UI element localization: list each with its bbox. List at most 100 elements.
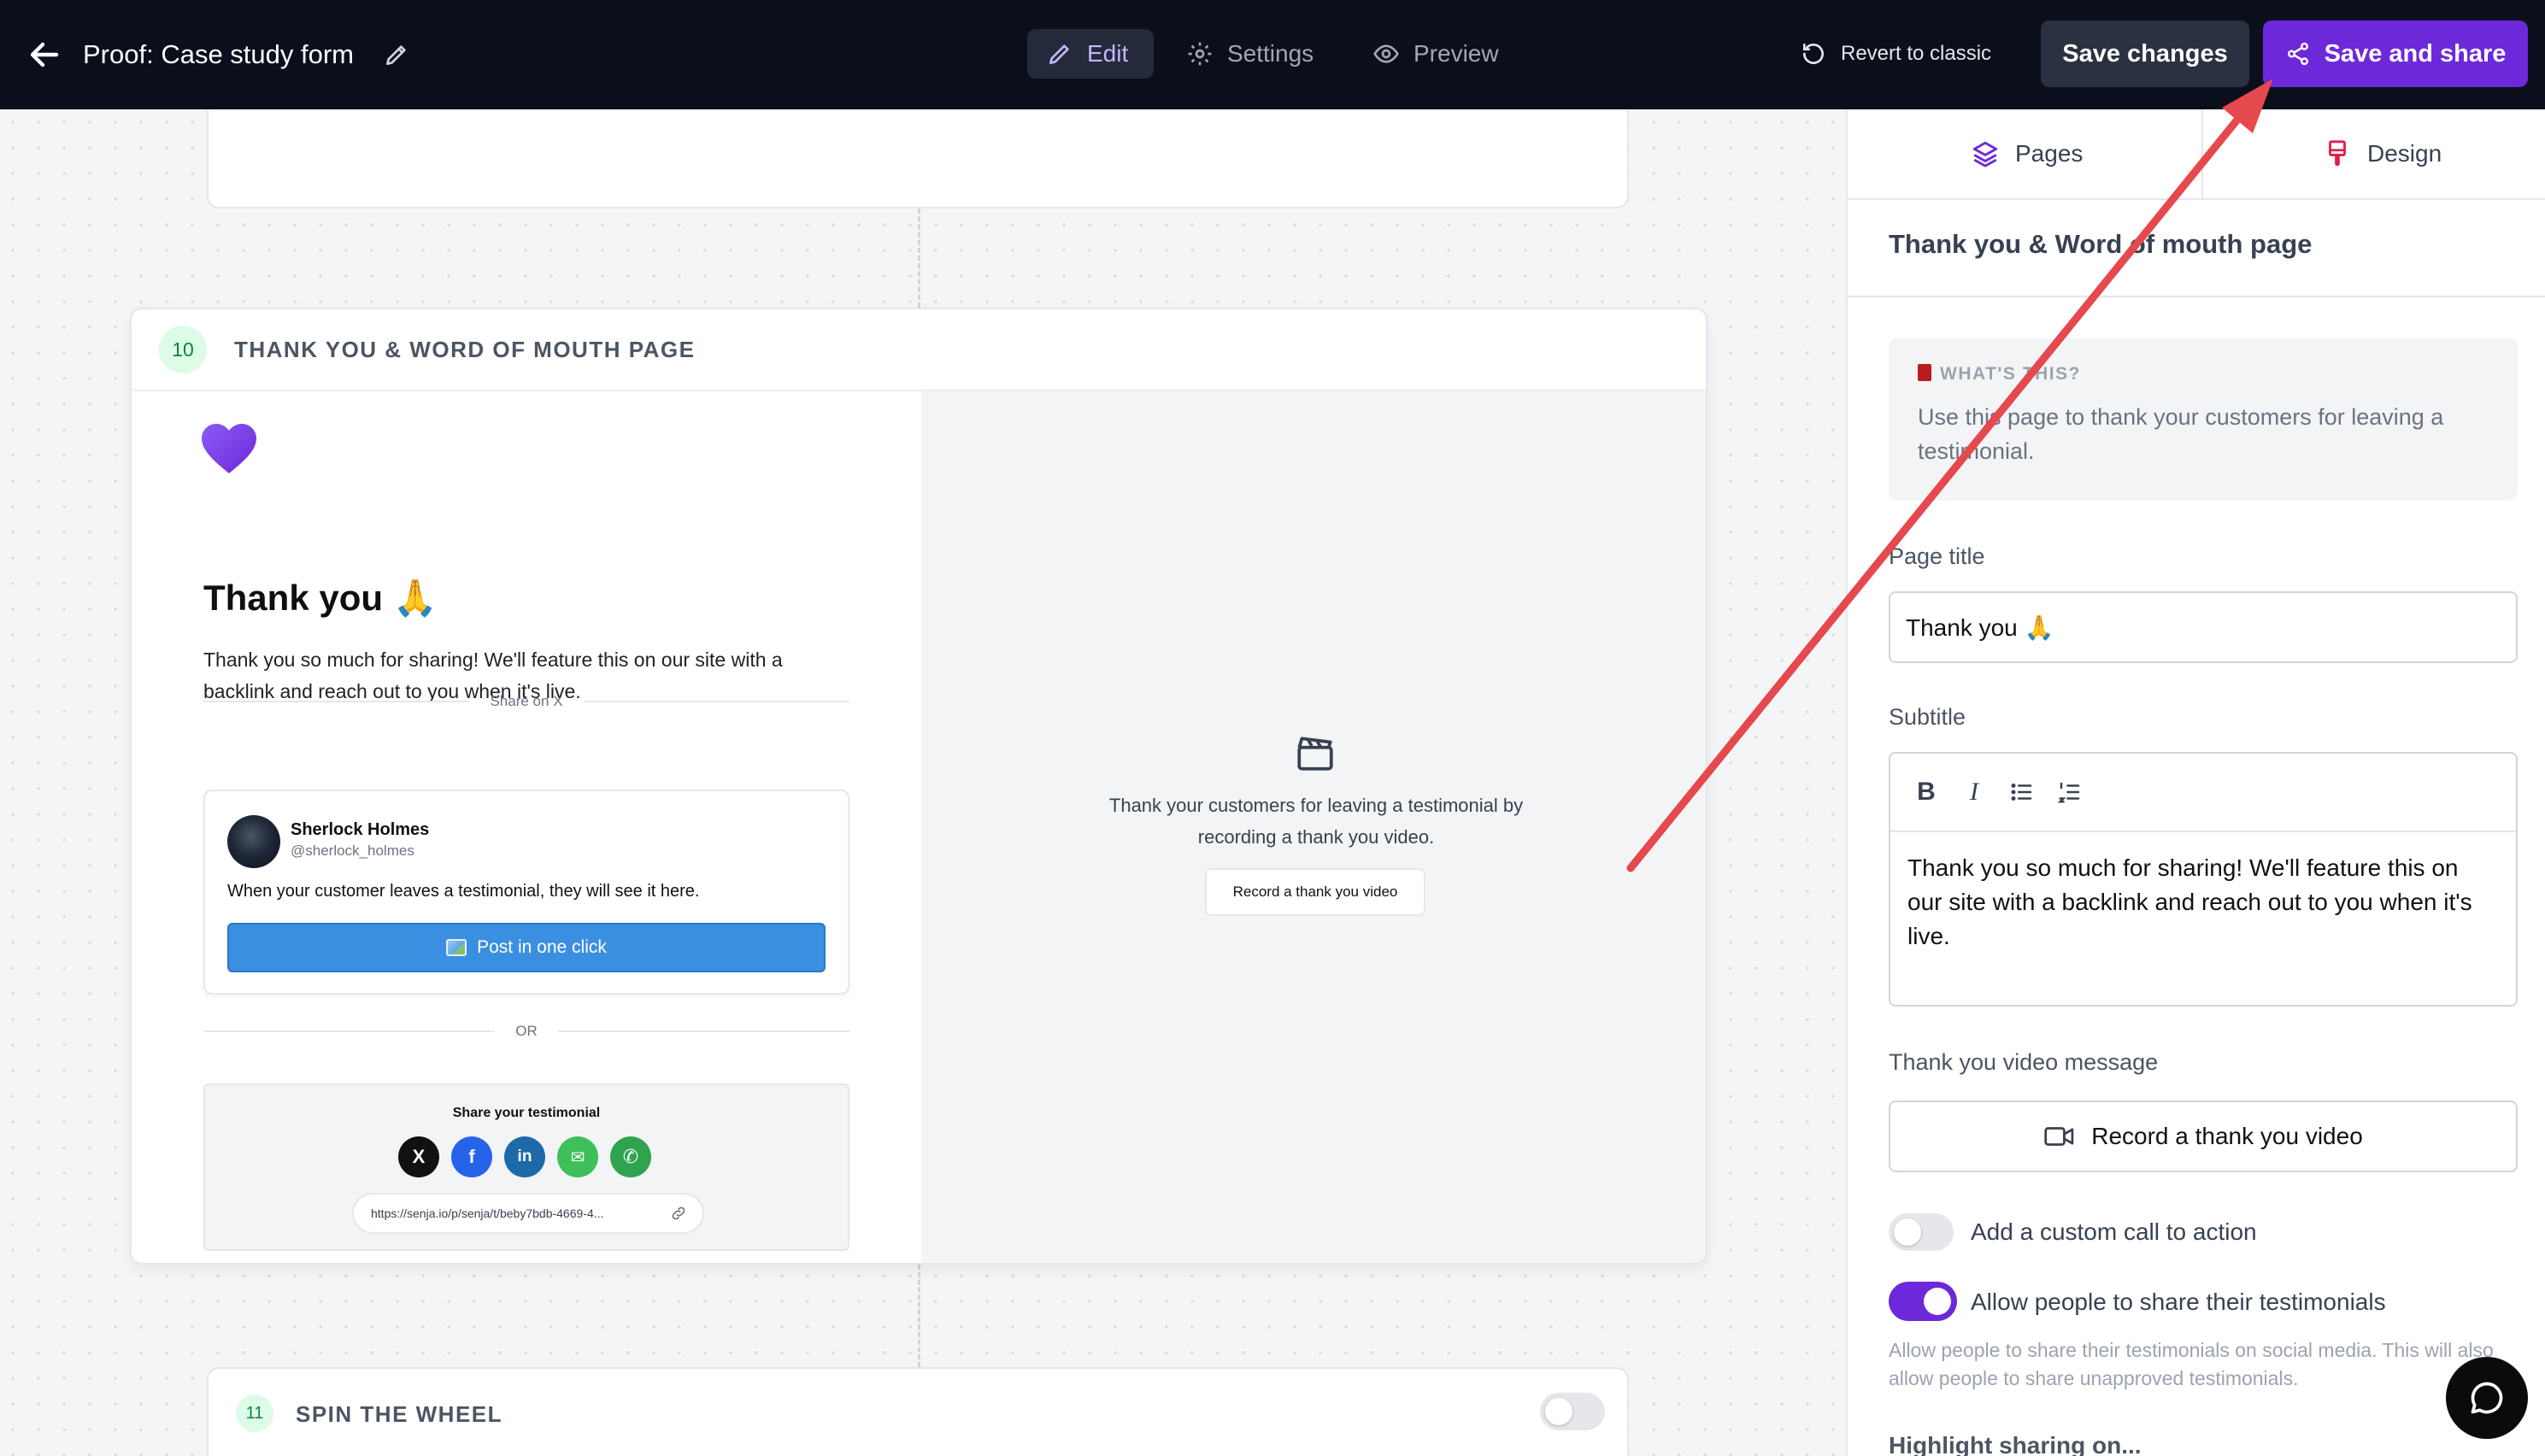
- thank-you-video-area: Thank your customers for leaving a testi…: [921, 391, 1706, 1263]
- page-number-badge: 10: [159, 326, 207, 373]
- subtitle-text[interactable]: Thank you so much for sharing! We'll fea…: [1890, 832, 2516, 972]
- chat-icon: [2471, 1382, 2503, 1414]
- bold-icon[interactable]: B: [1913, 778, 1940, 806]
- subtitle-editor: B I Thank you so much for sharing! We'll…: [1889, 752, 2518, 1007]
- page-card-10[interactable]: 10 THANK YOU & WORD OF MOUTH PAGE Thank …: [130, 308, 1707, 1265]
- record-thank-you-video-button[interactable]: Record a thank you video: [1205, 868, 1425, 916]
- allow-sharing-label: Allow people to share their testimonials: [1971, 1289, 2386, 1315]
- tweet-text: When your customer leaves a testimonial,…: [227, 882, 700, 901]
- preview-title: Thank you 🙏: [203, 578, 438, 619]
- tab-edit-label: Edit: [1087, 40, 1129, 67]
- tab-settings-label: Settings: [1227, 40, 1314, 67]
- custom-cta-label: Add a custom call to action: [1971, 1218, 2257, 1245]
- message-icon[interactable]: ✉: [557, 1136, 598, 1177]
- allow-sharing-toggle[interactable]: [1889, 1282, 1957, 1321]
- save-and-share-label: Save and share: [2324, 39, 2507, 68]
- video-camera-icon: [2044, 1127, 2074, 1146]
- editor-toolbar: B I: [1890, 754, 2516, 832]
- info-label-text: WHAT'S THIS?: [1940, 364, 2081, 384]
- custom-cta-toggle[interactable]: [1889, 1213, 1954, 1251]
- subtitle-label: Subtitle: [1889, 704, 1966, 730]
- top-bar: Proof: Case study form Edit Settings Pre…: [0, 0, 2545, 109]
- x-icon[interactable]: X: [398, 1136, 439, 1177]
- heart-logo-icon: [202, 424, 256, 473]
- save-changes-button[interactable]: Save changes: [2041, 21, 2249, 87]
- prayer-hands-emoji: 🙏: [392, 578, 438, 618]
- facebook-icon[interactable]: f: [451, 1136, 492, 1177]
- page-connector: [918, 208, 920, 308]
- tweet-author-name: Sherlock Holmes: [291, 820, 430, 839]
- record-video-label: Record a thank you video: [2091, 1123, 2363, 1149]
- page-title-input[interactable]: Thank you 🙏: [1889, 591, 2518, 663]
- editor-canvas: 10 THANK YOU & WORD OF MOUTH PAGE Thank …: [0, 109, 1846, 1456]
- book-icon: [1918, 364, 1931, 381]
- image-icon: [446, 939, 467, 956]
- rename-pencil-icon[interactable]: [383, 41, 410, 68]
- preview-title-text: Thank you: [203, 578, 384, 618]
- pencil-icon: [1049, 44, 1069, 64]
- share-icon: [2287, 42, 2308, 66]
- form-title: Proof: Case study form: [83, 39, 355, 69]
- gear-icon: [1188, 42, 1212, 66]
- allow-sharing-description: Allow people to share their testimonials…: [1889, 1339, 2494, 1389]
- share-url-text: https://senja.io/p/senja/t/beby7bdb-4669…: [371, 1206, 604, 1220]
- post-button-label: Post in one click: [477, 937, 607, 957]
- back-arrow-icon[interactable]: [24, 34, 65, 75]
- tab-edit[interactable]: Edit: [1027, 29, 1154, 79]
- tab-pages-label: Pages: [2015, 140, 2084, 167]
- highlight-sharing-label: Highlight sharing on...: [1889, 1432, 2142, 1456]
- video-message-label: Thank you video message: [1889, 1049, 2159, 1075]
- share-testimonial-box: Share your testimonial X f in ✉ ✆ https:…: [203, 1083, 849, 1251]
- avatar: [227, 815, 280, 868]
- whatsapp-icon[interactable]: ✆: [610, 1136, 651, 1177]
- page-card-11[interactable]: 11 SPIN THE WHEEL: [207, 1367, 1629, 1456]
- share-testimonial-title: Share your testimonial: [452, 1106, 601, 1120]
- numbered-list-glyph: [2057, 782, 2080, 803]
- info-text: Use this page to thank your customers fo…: [1918, 404, 2444, 464]
- page-connector: [918, 1265, 920, 1367]
- clapperboard-icon: [1297, 737, 1333, 771]
- page-card-header: 10 THANK YOU & WORD OF MOUTH PAGE: [132, 309, 1706, 391]
- page-card-9[interactable]: [207, 109, 1629, 208]
- tab-pages[interactable]: Pages: [1971, 109, 2083, 198]
- share-on-x-label: Share on X: [490, 693, 563, 709]
- post-in-one-click-button[interactable]: Post in one click: [227, 923, 826, 972]
- eye-icon: [1373, 44, 1399, 63]
- thank-you-preview: Thank you 🙏 Thank you so much for sharin…: [132, 391, 921, 1263]
- save-and-share-button[interactable]: Save and share: [2263, 21, 2528, 87]
- info-label: WHAT'S THIS?: [1918, 364, 2081, 385]
- share-url-field[interactable]: https://senja.io/p/senja/t/beby7bdb-4669…: [352, 1193, 704, 1234]
- link-icon[interactable]: [670, 1205, 687, 1222]
- chat-support-button[interactable]: [2446, 1357, 2528, 1439]
- brush-icon: [2329, 140, 2346, 167]
- tab-design-label: Design: [2367, 140, 2442, 167]
- tweet-preview-card: Sherlock Holmes @sherlock_holmes When yo…: [203, 790, 849, 995]
- layers-icon: [1972, 141, 1998, 167]
- tab-separator: [2201, 109, 2203, 198]
- italic-icon[interactable]: I: [1960, 778, 1988, 806]
- share-on-x-divider: Share on X: [203, 689, 849, 714]
- linkedin-icon[interactable]: in: [504, 1136, 545, 1177]
- divider: [1848, 296, 2545, 297]
- page-card-title: SPIN THE WHEEL: [296, 1401, 503, 1427]
- tweet-author-handle: @sherlock_holmes: [291, 842, 414, 859]
- tab-preview-label: Preview: [1414, 40, 1499, 67]
- numbered-list-icon[interactable]: [2056, 778, 2084, 806]
- spin-the-wheel-toggle[interactable]: [1540, 1393, 1605, 1430]
- tab-settings[interactable]: Settings: [1186, 29, 1314, 79]
- or-label: OR: [515, 1023, 538, 1039]
- tab-preview[interactable]: Preview: [1372, 29, 1499, 79]
- bullet-list-icon[interactable]: [2008, 778, 2036, 806]
- or-divider: OR: [203, 1019, 849, 1044]
- page-card-title: THANK YOU & WORD OF MOUTH PAGE: [234, 336, 696, 362]
- tab-design[interactable]: Design: [2323, 109, 2442, 198]
- record-video-button[interactable]: Record a thank you video: [1889, 1101, 2518, 1172]
- revert-label: Revert to classic: [1841, 42, 1992, 65]
- panel-tabs: Pages Design: [1848, 109, 2545, 200]
- settings-panel: Pages Design Thank you & Word of mouth p…: [1846, 109, 2545, 1456]
- whats-this-info-box: WHAT'S THIS? Use this page to thank your…: [1889, 338, 2518, 501]
- page-title-label: Page title: [1889, 543, 1985, 569]
- revert-to-classic-button[interactable]: Revert to classic: [1800, 29, 1991, 79]
- panel-heading: Thank you & Word of mouth page: [1889, 229, 2313, 259]
- page-number-badge: 11: [236, 1394, 273, 1432]
